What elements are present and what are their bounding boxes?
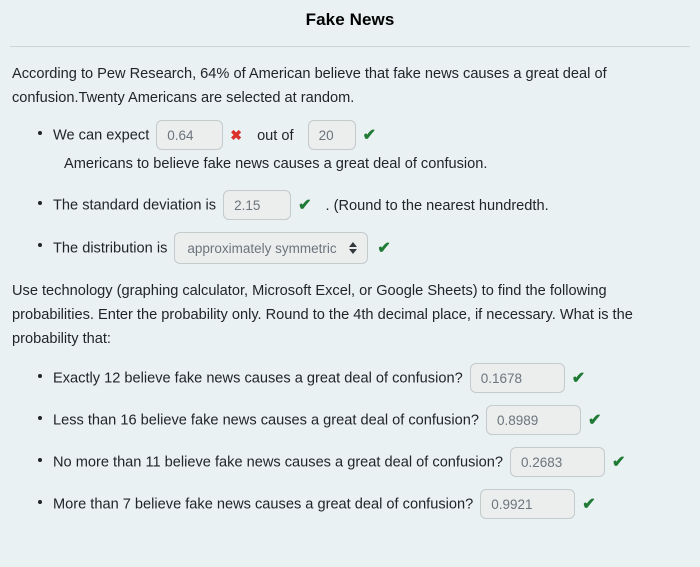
worksheet-page: Fake News According to Pew Research, 64%…	[0, 0, 700, 567]
probability-input[interactable]	[509, 447, 605, 477]
list-item-expected-value: We can expect ✖ out of ✔ Americans to beli…	[12, 120, 688, 178]
trials-input[interactable]	[307, 120, 356, 150]
probability-question-text: No more than 11 believe fake news causes…	[53, 454, 503, 471]
bullet-icon	[38, 243, 42, 247]
bullet-icon	[38, 201, 42, 205]
first-question-list: We can expect ✖ out of ✔ Americans to beli…	[12, 120, 688, 264]
list-item-probability-less-than-16: Less than 16 believe fake news causes a …	[12, 405, 688, 435]
correct-icon: ✔	[582, 495, 596, 513]
expected-trailing-text: Americans to believe fake news causes a …	[64, 156, 488, 172]
distribution-select[interactable]: approximately symmetric	[174, 232, 369, 264]
correct-icon: ✔	[587, 411, 602, 429]
correct-icon: ✔	[298, 196, 312, 214]
page-title: Fake News	[305, 10, 395, 29]
list-item-probability-more-than-7: More than 7 believe fake news causes a g…	[12, 489, 688, 519]
standard-deviation-label: The standard deviation is	[53, 197, 217, 214]
incorrect-icon: ✖	[230, 126, 242, 143]
probability-question-text: Less than 16 believe fake news causes a …	[53, 412, 479, 429]
list-item-standard-deviation: The standard deviation is ✔ . (Round to t…	[12, 190, 688, 220]
expected-lead-text: We can expect	[53, 127, 150, 144]
list-item-distribution: The distribution is approximately symmet…	[12, 232, 688, 264]
correct-icon: ✔	[362, 126, 376, 144]
correct-icon: ✔	[611, 453, 626, 471]
header-divider	[10, 46, 690, 47]
probability-input[interactable]	[480, 489, 576, 519]
correct-icon: ✔	[377, 239, 391, 257]
intro-paragraph: According to Pew Research, 64% of Americ…	[12, 66, 607, 106]
distribution-label: The distribution is	[53, 240, 168, 257]
probability-input[interactable]	[469, 363, 565, 393]
standard-deviation-input[interactable]	[223, 190, 292, 220]
list-item-probability-no-more-than-11: No more than 11 believe fake news causes…	[12, 447, 688, 477]
bullet-icon	[38, 458, 42, 462]
bullet-icon	[38, 374, 42, 378]
expected-value-input[interactable]	[156, 120, 224, 150]
bullet-icon	[38, 131, 42, 135]
probability-question-text: More than 7 believe fake news causes a g…	[53, 496, 474, 513]
distribution-select-wrapper: approximately symmetric	[174, 232, 369, 264]
worksheet-content: According to Pew Research, 64% of Americ…	[0, 62, 700, 519]
probability-input[interactable]	[485, 405, 581, 435]
bullet-icon	[38, 500, 42, 504]
standard-deviation-note: . (Round to the nearest hundredth.	[325, 197, 549, 214]
bullet-icon	[38, 416, 42, 420]
expected-middle-text: out of	[257, 127, 294, 144]
probability-question-list: Exactly 12 believe fake news causes a gr…	[12, 363, 688, 519]
probability-question-text: Exactly 12 believe fake news causes a gr…	[53, 370, 463, 387]
technology-paragraph: Use technology (graphing calculator, Mic…	[12, 283, 633, 347]
correct-icon: ✔	[571, 369, 586, 387]
list-item-probability-exactly-12: Exactly 12 believe fake news causes a gr…	[12, 363, 688, 393]
